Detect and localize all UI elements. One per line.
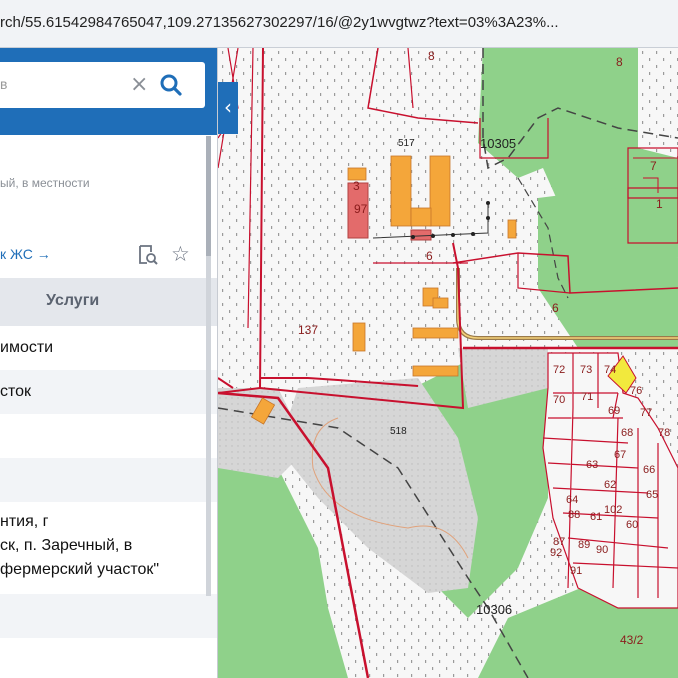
plot-label: 65	[646, 489, 658, 501]
label-parcel-3: 3	[353, 179, 360, 193]
plot-label: 73	[580, 364, 592, 376]
close-icon[interactable]: ×	[130, 72, 148, 97]
address-text: ый, в местности	[0, 176, 90, 190]
plot-label: 91	[570, 565, 582, 577]
plot-label: 88	[568, 509, 580, 521]
plot-label: 63	[586, 459, 598, 471]
tab-services[interactable]: Услуги	[46, 292, 99, 310]
plot-label: 74	[604, 364, 616, 376]
rosreestr-link[interactable]: к ЖС →	[0, 246, 51, 262]
label-parcel-97: 97	[354, 202, 368, 216]
plot-label: 90	[596, 544, 608, 556]
usage-line: нтия, г	[0, 513, 49, 530]
plot-label: 102	[604, 504, 622, 516]
info-row	[0, 638, 217, 678]
plot-label: 62	[604, 479, 616, 491]
info-row	[0, 458, 217, 502]
search-icon[interactable]	[158, 72, 184, 98]
usage-description: нтия, г ск, п. Заречный, в фермерский уч…	[0, 510, 159, 582]
panel-header: в ×	[0, 48, 217, 135]
plot-label: 89	[578, 539, 590, 551]
usage-line: ск, п. Заречный, в	[0, 537, 133, 554]
label-parcel-6b: 6	[552, 301, 559, 315]
info-row	[0, 414, 217, 458]
plot-label: 71	[581, 391, 593, 403]
label-parcel-518: 518	[390, 426, 407, 437]
plot-label: 67	[614, 449, 626, 461]
info-panel: в × ый, в местности к ЖС → ☆ Услуги имос…	[0, 48, 218, 678]
info-row	[0, 594, 217, 638]
label-parcel-43-2: 43/2	[620, 633, 644, 647]
label-parcel-8a: 8	[428, 49, 435, 63]
plot-label: 72	[553, 364, 565, 376]
label-parcel-8b: 8	[616, 55, 623, 69]
plot-label: 64	[566, 494, 578, 506]
label-parcel-6a: 6	[426, 249, 433, 263]
url-text[interactable]: rch/55.61542984765047,109.27135627302297…	[0, 14, 559, 31]
plot-label: 69	[608, 405, 620, 417]
plot-label: 76	[630, 385, 642, 397]
info-row: сток	[0, 370, 217, 414]
label-parcel-1: 1	[656, 197, 663, 211]
info-row-text: имости	[0, 339, 54, 356]
document-search-icon[interactable]	[137, 244, 159, 266]
plot-label: 68	[621, 427, 633, 439]
label-parcel-137: 137	[298, 323, 318, 337]
usage-line: фермерский участок"	[0, 561, 160, 578]
plot-label: 60	[626, 519, 638, 531]
plot-label: 70	[553, 394, 565, 406]
search-input[interactable]: в	[0, 76, 7, 92]
plot-label: 92	[550, 547, 562, 559]
scrollbar-thumb[interactable]	[206, 136, 211, 256]
collapse-panel-button[interactable]: ‹	[218, 82, 238, 134]
label-quarter-south: 10306	[476, 602, 512, 617]
cadastral-map[interactable]: 10305 10306 517 518 137 8 8 7 1 6 6 3 97…	[218, 48, 678, 678]
info-row: имости	[0, 326, 217, 370]
plot-label: 77	[640, 407, 652, 419]
label-quarter-north: 10305	[480, 136, 516, 151]
plot-label: 61	[590, 511, 602, 523]
plot-label: 66	[643, 464, 655, 476]
browser-address-bar[interactable]: rch/55.61542984765047,109.27135627302297…	[0, 0, 678, 48]
search-box[interactable]: в ×	[0, 62, 205, 108]
tab-bar: Услуги	[0, 278, 217, 326]
label-parcel-7: 7	[650, 159, 657, 173]
info-row-text: сток	[0, 383, 32, 400]
star-icon[interactable]: ☆	[171, 243, 190, 265]
label-parcel-517: 517	[398, 138, 415, 149]
plot-label: 78	[658, 427, 670, 439]
